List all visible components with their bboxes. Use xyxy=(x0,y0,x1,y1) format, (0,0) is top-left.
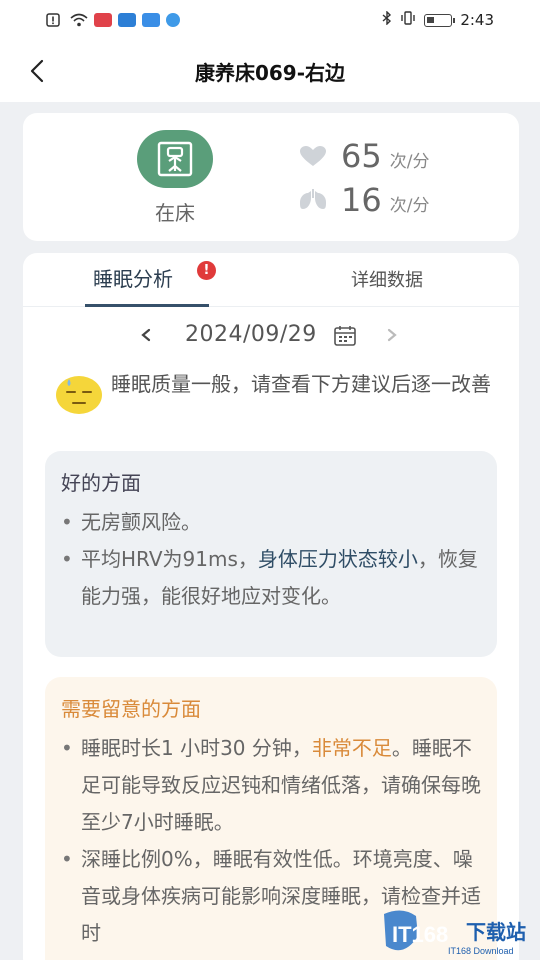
sleep-summary-text: 睡眠质量一般，请查看下方建议后逐一改善 xyxy=(111,372,491,396)
bed-status-label: 在床 xyxy=(155,201,195,225)
app-notification-icon xyxy=(94,13,112,27)
clock-time: 2:43 xyxy=(460,11,494,29)
breath-rate-value: 16 xyxy=(341,181,382,219)
bluetooth-icon xyxy=(382,10,392,29)
tab-bar: 睡眠分析 ! 详细数据 xyxy=(23,253,519,307)
site-watermark-logo: IT168 下载站 IT168 Download xyxy=(378,906,538,960)
page-title: 康养床069-右边 xyxy=(194,60,346,85)
wifi-icon xyxy=(70,13,88,27)
battery-icon xyxy=(424,13,456,27)
in-bed-icon xyxy=(137,130,213,188)
positive-aspects-title: 好的方面 xyxy=(61,471,141,495)
tab-sleep-analysis[interactable]: 睡眠分析 xyxy=(93,263,173,292)
calendar-icon[interactable] xyxy=(333,325,357,347)
chevron-left-icon xyxy=(30,59,44,83)
nav-bar: 康养床069-右边 xyxy=(0,40,540,102)
list-item: 无房颤风险。 xyxy=(61,504,481,541)
alert-badge: ! xyxy=(197,261,216,280)
status-bar: 2:43 xyxy=(0,0,540,40)
tab-detail-data[interactable]: 详细数据 xyxy=(351,266,423,292)
sim-alert-icon xyxy=(46,13,64,27)
bed-status-card: 在床 65 次/分 16 次/分 xyxy=(23,113,519,241)
list-item: 睡眠时长1 小时30 分钟，非常不足。睡眠不足可能导致反应迟钝和情绪低落，请确保… xyxy=(61,730,481,841)
tired-face-icon xyxy=(55,373,103,415)
heart-rate-unit: 次/分 xyxy=(389,152,430,172)
breath-rate-row: 16 次/分 xyxy=(299,181,429,219)
date-selector: 2024/09/29 xyxy=(23,319,519,353)
next-day-button[interactable] xyxy=(385,323,403,347)
previous-day-button[interactable] xyxy=(139,323,157,347)
app-notification-icon xyxy=(166,13,180,27)
breath-rate-unit: 次/分 xyxy=(389,196,430,216)
date-value[interactable]: 2024/09/29 xyxy=(185,322,317,347)
sleep-analysis-card: 睡眠分析 ! 详细数据 2024/09/29 睡眠质量一般，请查看下方建议后逐一… xyxy=(23,253,519,960)
attention-aspects-title: 需要留意的方面 xyxy=(61,697,201,721)
back-button[interactable] xyxy=(22,56,52,86)
heart-rate-value: 65 xyxy=(341,137,382,175)
chevron-left-icon xyxy=(141,328,151,342)
app-notification-icon xyxy=(118,13,136,27)
heart-rate-row: 65 次/分 xyxy=(299,137,429,175)
heart-icon xyxy=(300,146,326,166)
vibrate-icon xyxy=(400,11,416,29)
chevron-right-icon xyxy=(387,328,397,342)
list-item: 平均HRV为91ms，身体压力状态较小，恢复能力强，能很好地应对变化。 xyxy=(61,541,481,615)
lungs-icon xyxy=(300,189,326,209)
tab-active-indicator xyxy=(85,304,209,307)
svg-text:IT168: IT168 xyxy=(392,922,448,947)
app-notification-icon xyxy=(142,13,160,27)
svg-text:IT168 Download: IT168 Download xyxy=(448,946,514,956)
svg-text:下载站: 下载站 xyxy=(466,920,526,944)
positive-aspects-box: 好的方面 无房颤风险。 平均HRV为91ms，身体压力状态较小，恢复能力强，能很… xyxy=(45,451,497,657)
